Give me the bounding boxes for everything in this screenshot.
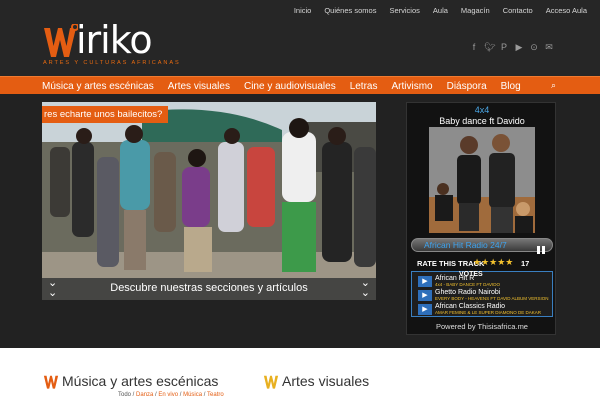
nav-diaspora[interactable]: Diáspora — [447, 81, 487, 92]
topnav-contacto[interactable]: Contacto — [503, 6, 533, 16]
radio-widget: 4x4 Baby dance ft Davido African Hit Rad… — [406, 102, 556, 335]
social-links: f 🐦︎ P ▶ ⊙ ✉ — [469, 42, 554, 52]
station-row-name: African Classics Radio — [435, 303, 506, 310]
votes-label: VOTES — [459, 271, 483, 278]
logo-tagline: ARTES Y CULTURAS AFRICANAS — [43, 60, 181, 66]
nav-letras[interactable]: Letras — [350, 81, 378, 92]
top-navigation: Inicio Quiénes somos Servicios Aula Maga… — [281, 6, 587, 16]
topnav-magacin[interactable]: Magacín — [461, 6, 490, 16]
play-icon[interactable]: ▶ — [418, 276, 432, 287]
featured-slider[interactable]: res echarte unos bailecitos? — [42, 102, 376, 300]
slider-bar-text[interactable]: Descubre nuestras secciones y artículos — [42, 282, 376, 294]
mail-icon[interactable]: ✉ — [544, 42, 554, 52]
logo-w-mark — [44, 24, 78, 57]
main-navigation: Música y artes escénicas Artes visuales … — [0, 76, 600, 94]
play-icon[interactable]: ▶ — [418, 290, 432, 301]
site-logo[interactable]: iriko ARTES Y CULTURAS AFRICANAS — [42, 18, 182, 70]
subcat-danza[interactable]: Danza — [136, 392, 153, 398]
facebook-icon[interactable]: f — [469, 42, 479, 52]
radio-track-title: 4x4 — [474, 105, 490, 115]
rating-stars[interactable]: ★★★★★ — [473, 257, 513, 268]
topnav-acceso-aula[interactable]: Acceso Aula — [546, 6, 587, 16]
nav-cine[interactable]: Cine y audiovisuales — [244, 81, 336, 92]
topnav-aula[interactable]: Aula — [433, 6, 448, 16]
pause-icon[interactable] — [537, 241, 545, 254]
powered-by[interactable]: Powered by Thisisafrica.me — [407, 322, 557, 331]
section-title-musica[interactable]: Música y artes escénicas — [62, 373, 218, 389]
pinterest-icon[interactable]: P — [499, 42, 509, 52]
radio-track-artist: Baby dance ft Davido — [439, 116, 525, 126]
station-player[interactable]: African Hit Radio 24/7 — [411, 238, 553, 254]
main-content: res echarte unos bailecitos? ⌄ ⌄ Descubre… — [0, 94, 600, 348]
logo-wordmark: iriko — [76, 18, 153, 62]
site-header: Inicio Quiénes somos Servicios Aula Maga… — [0, 0, 600, 76]
list-item[interactable]: ▶ African Hit R 4x4 - BABY DANCE FT DAVI… — [418, 275, 552, 288]
topnav-inicio[interactable]: Inicio — [294, 6, 312, 16]
slider-photo — [42, 102, 376, 300]
logo-w-mark — [43, 375, 59, 389]
nav-artivismo[interactable]: Artivismo — [391, 81, 432, 92]
station-name: African Hit Radio 24/7 — [424, 240, 507, 250]
nav-blog[interactable]: Blog — [501, 81, 521, 92]
twitter-icon[interactable]: 🐦︎ — [484, 42, 495, 52]
album-art — [429, 127, 535, 233]
subcat-en-vivo[interactable]: En vivo — [158, 392, 178, 398]
subcat-todo[interactable]: Todo — [118, 392, 131, 398]
rss-icon[interactable]: ⊙ — [529, 42, 539, 52]
list-item[interactable]: ▶ Ghetto Radio Nairobi EVERY BODY - HEAV… — [418, 289, 552, 302]
youtube-icon[interactable]: ▶ — [514, 42, 524, 52]
search-icon[interactable]: ⌕ — [551, 80, 556, 91]
subcat-teatro[interactable]: Teatro — [207, 392, 224, 398]
nav-musica[interactable]: Música y artes escénicas — [42, 81, 154, 92]
station-row-track: AMAR FEMINE & LE SUPER DIAMONO DE DAKAR — [435, 310, 542, 315]
station-row-track: 4x4 - BABY DANCE FT DAVIDO — [435, 282, 501, 287]
slider-caption-bar: ⌄ ⌄ Descubre nuestras secciones y artícul… — [42, 278, 376, 300]
nav-artes-visuales[interactable]: Artes visuales — [168, 81, 230, 92]
album-art-image — [429, 127, 535, 233]
station-row-track: EVERY BODY - HEAVENS FT DAVID ALBUM VERS… — [435, 296, 549, 301]
slide-caption[interactable]: res echarte unos bailecitos? — [42, 106, 169, 123]
subcat-musica[interactable]: Música — [183, 392, 202, 398]
logo-w-mark — [263, 375, 279, 389]
play-icon[interactable]: ▶ — [418, 304, 432, 315]
section-headers: Música y artes escénicas Artes visuales … — [0, 348, 600, 400]
topnav-servicios[interactable]: Servicios — [389, 6, 419, 16]
topnav-quienes-somos[interactable]: Quiénes somos — [324, 6, 376, 16]
station-row-name: Ghetto Radio Nairobi — [435, 289, 501, 296]
list-item[interactable]: ▶ African Classics Radio AMAR FEMINE & L… — [418, 303, 552, 316]
subcategory-links: Todo / Danza / En vivo / Música / Teatro — [118, 392, 224, 398]
chevron-down-icon[interactable]: ⌄ ⌄ — [361, 278, 370, 299]
vote-count: 17 — [521, 259, 530, 268]
section-title-artes-visuales[interactable]: Artes visuales — [282, 373, 369, 389]
